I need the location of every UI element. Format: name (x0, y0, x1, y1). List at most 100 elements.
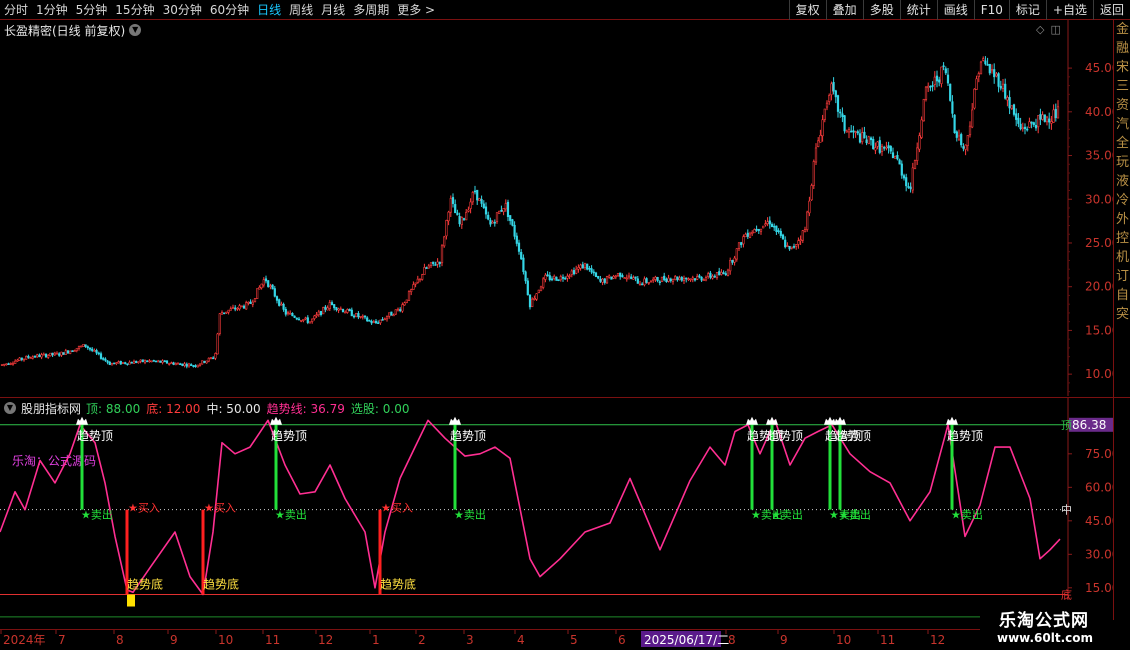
candle-body (858, 133, 862, 143)
candle-body (339, 308, 342, 311)
candle-body (234, 307, 237, 310)
candle-body (968, 125, 972, 136)
candle-body (124, 362, 127, 364)
candle-body (920, 119, 923, 138)
current-value-label: 86.38 (1072, 418, 1106, 432)
candle-body (876, 141, 879, 147)
candle-body (887, 145, 890, 149)
toolbar-button-8[interactable]: 返回 (1092, 0, 1130, 20)
candle-body (775, 225, 778, 232)
toolbar-button-0[interactable]: 复权 (788, 0, 826, 20)
stock-title: 长盈精密(日线 前复权) (4, 23, 126, 38)
period-tab-3[interactable]: 15分钟 (111, 0, 158, 20)
indicator-name[interactable]: 股朋指标网 (21, 400, 81, 417)
candle-body (264, 278, 268, 282)
candle-body (597, 276, 600, 279)
candle-body (674, 276, 677, 280)
side-strip-char: 订 (1115, 269, 1129, 284)
candle-body (1008, 97, 1011, 109)
chevron-down-icon[interactable]: ▼ (4, 402, 16, 414)
top-peak-marker (834, 416, 846, 425)
candle-body (546, 274, 549, 277)
candle-body (346, 309, 349, 313)
candle-body (612, 275, 615, 279)
candle-body (786, 245, 789, 247)
candle-body (544, 274, 547, 280)
period-tab-4[interactable]: 30分钟 (159, 0, 206, 20)
toolbar-button-6[interactable]: 标记 (1008, 0, 1046, 20)
period-tab-0[interactable]: 分时 (0, 0, 32, 20)
indicator-panel[interactable]: ▼ 股朋指标网 顶: 88.00 底: 12.00 中: 50.00 趋势线: 36.… (0, 397, 1130, 628)
candle-body (1048, 118, 1051, 123)
date-tick-label: 9 (780, 633, 788, 647)
toolbar-button-3[interactable]: 统计 (899, 0, 937, 20)
period-tab-8[interactable]: 月线 (317, 0, 349, 20)
period-tab-10[interactable]: 更多 > (393, 0, 439, 20)
period-tab-6[interactable]: 日线 (253, 0, 285, 20)
candle-body (269, 285, 272, 288)
candle-body (181, 363, 184, 366)
date-axis: 2024年 7 8 9 10 11 12 1 2 3 4 5 6 2025/06/17/二 8 9 10 11 12 (0, 629, 980, 650)
candle-body (300, 320, 303, 322)
candle-body (902, 175, 906, 179)
toolbar-button-2[interactable]: 多股 (862, 0, 900, 20)
candle-body (812, 161, 815, 186)
candle-body (251, 301, 254, 305)
candle-body (313, 315, 316, 319)
side-strip-char: 三 (1115, 79, 1129, 94)
candle-body (680, 277, 683, 281)
candle-body (1056, 106, 1060, 119)
period-tab-7[interactable]: 周线 (285, 0, 317, 20)
candle-body (839, 111, 842, 114)
toolbar-button-1[interactable]: 叠加 (825, 0, 863, 20)
tool-buttons: 复权 叠加 多股 统计 画线 F10 标记 +自选 返回 (788, 0, 1130, 20)
candle-body (795, 244, 798, 247)
candle-body (709, 272, 712, 278)
candle-body (790, 246, 793, 249)
candle-body (995, 73, 998, 77)
candle-body (751, 231, 754, 234)
candle-body (473, 190, 477, 193)
candle-body (843, 115, 846, 132)
trend-bottom-label: 趋势底 (127, 577, 163, 592)
candle-body (179, 363, 182, 366)
candle-body (31, 356, 34, 359)
candle-body (883, 147, 886, 149)
candle-body (75, 348, 78, 351)
period-tab-9[interactable]: 多周期 (349, 0, 393, 20)
candle-body (451, 197, 455, 204)
candle-body (583, 262, 587, 268)
candle-body (929, 85, 932, 88)
toolbar-button-7[interactable]: +自选 (1045, 0, 1093, 20)
candle-body (341, 308, 345, 313)
candle-body (231, 307, 235, 309)
period-tab-2[interactable]: 5分钟 (72, 0, 112, 20)
period-tab-5[interactable]: 60分钟 (206, 0, 253, 20)
candle-body (1030, 121, 1033, 124)
candle-body (154, 360, 158, 363)
chevron-down-icon[interactable]: ▼ (129, 24, 142, 36)
price-chart-panel[interactable]: 长盈精密(日线 前复权) ▼ ◇ ◫ 45.0040.0035.0030.002… (0, 20, 1130, 396)
candle-body (702, 279, 705, 281)
candle-body (152, 360, 155, 362)
period-tab-1[interactable]: 1分钟 (32, 0, 72, 20)
candle-body (284, 308, 287, 315)
candle-body (922, 99, 925, 122)
candle-body (493, 221, 496, 224)
candle-body (146, 360, 149, 363)
candle-body (399, 309, 402, 311)
candle-body (489, 219, 492, 225)
toolbar-button-5[interactable]: F10 (973, 0, 1009, 20)
candle-body (456, 212, 459, 216)
watermark-title: 乐淘公式网 (999, 611, 1089, 631)
candle-body (438, 261, 441, 264)
candle-body (993, 69, 996, 78)
candle-body (350, 309, 353, 317)
candle-body (1045, 116, 1049, 123)
candle-body (119, 360, 122, 365)
candle-body (88, 347, 92, 350)
toolbar-button-4[interactable]: 画线 (936, 0, 974, 20)
candle-body (7, 363, 10, 365)
candle-body (25, 356, 28, 360)
candle-body (465, 212, 468, 221)
